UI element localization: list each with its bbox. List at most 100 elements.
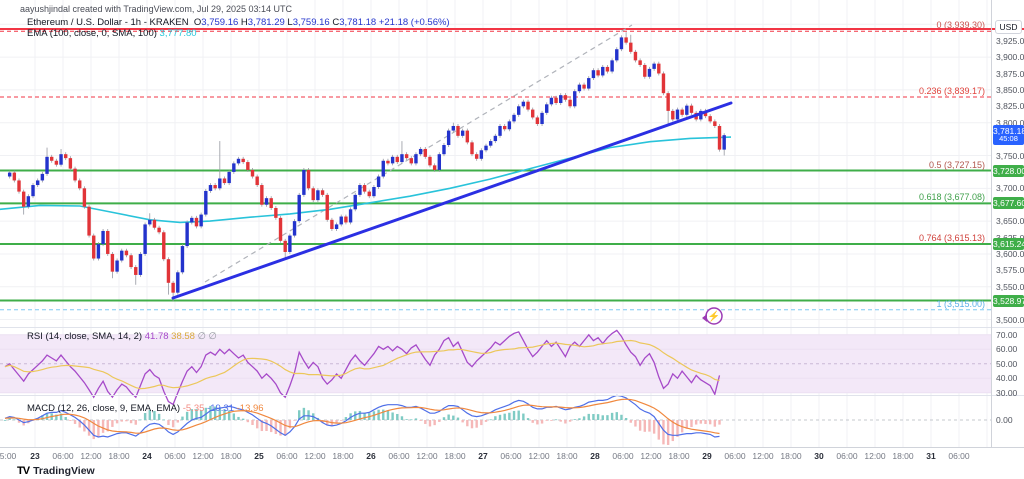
candle-body: [125, 251, 128, 256]
macd-histogram-bar: [443, 417, 445, 420]
macd-histogram-bar: [667, 420, 669, 445]
macd-histogram-bar: [695, 420, 697, 425]
candle-body: [176, 272, 179, 292]
candle-body: [199, 215, 202, 227]
fib-level-label: 0 (3,939.30): [936, 20, 985, 30]
time-label-hour: 06:00: [500, 451, 521, 461]
main-chart-canvas[interactable]: ⚡: [0, 0, 1024, 447]
candle-body: [55, 161, 58, 165]
price-tick-label: 3,600.00: [996, 249, 1024, 259]
candle-body: [433, 165, 436, 170]
candle-body: [522, 102, 525, 107]
macd-histogram-bar: [461, 420, 463, 422]
macd-histogram-bar: [625, 418, 627, 420]
time-label-hour: 12:00: [752, 451, 773, 461]
candle-body: [288, 236, 291, 252]
macd-histogram-bar: [532, 420, 534, 423]
indicator-tick-label: 40.00: [996, 373, 1017, 383]
tradingview-logo[interactable]: TV TradingView: [17, 465, 95, 477]
macd-histogram-bar: [177, 420, 179, 423]
fib-level-label: 0.618 (3,677.08): [919, 192, 985, 202]
usd-button[interactable]: USD: [995, 20, 1022, 34]
symbol-legend[interactable]: Ethereum / U.S. Dollar - 1h - KRAKEN O3,…: [27, 17, 450, 28]
candle-body: [209, 185, 212, 191]
candle-body: [274, 208, 277, 218]
macd-histogram-bar: [303, 408, 305, 420]
candle-body: [680, 110, 683, 115]
time-axis[interactable]: 5:002306:0012:0018:002406:0012:0018:0025…: [0, 447, 1024, 462]
time-label-hour: 18:00: [332, 451, 353, 461]
macd-histogram-bar: [396, 414, 398, 420]
candle-body: [391, 157, 394, 164]
macd-histogram-bar: [644, 420, 646, 432]
macd-histogram-bar: [102, 420, 104, 433]
candle-body: [167, 259, 170, 283]
candle-body: [255, 177, 258, 186]
indicator-tick-label: 30.00: [996, 388, 1017, 398]
candle-body: [204, 191, 207, 215]
macd-histogram-bar: [284, 420, 286, 436]
macd-histogram-bar: [135, 420, 137, 425]
macd-histogram-bar: [457, 418, 459, 420]
candle-body: [17, 180, 20, 191]
indicator-tick-label: 50.00: [996, 359, 1017, 369]
macd-histogram-bar: [630, 420, 632, 423]
candle-body: [69, 158, 72, 168]
ema-legend[interactable]: EMA (100, close, 0, SMA, 100) 3,777.80: [27, 28, 197, 39]
candle-body: [494, 136, 497, 141]
candle-body: [624, 37, 627, 42]
macd-histogram-bar: [251, 420, 253, 425]
rsi-legend[interactable]: RSI (14, close, SMA, 14, 2) 41.78 38.58 …: [27, 331, 217, 342]
candle-body: [419, 149, 422, 154]
candle-body: [428, 157, 431, 166]
macd-histogram-bar: [429, 420, 431, 426]
candle-body: [213, 185, 216, 188]
macd-histogram-bar: [424, 420, 426, 424]
macd-histogram-bar: [116, 420, 118, 423]
macd-legend[interactable]: MACD (12, 26, close, 9, EMA, EMA) -5.35 …: [27, 403, 264, 414]
time-label-hour: 12:00: [640, 451, 661, 461]
candle-body: [606, 67, 609, 72]
candle-body: [526, 102, 529, 110]
macd-value: -19.31: [207, 403, 234, 414]
candle-body: [316, 190, 319, 200]
candle-body: [554, 98, 557, 103]
macd-histogram-bar: [167, 420, 169, 425]
candle-body: [368, 192, 371, 197]
time-label-hour: 18:00: [108, 451, 129, 461]
macd-histogram-bar: [387, 411, 389, 420]
candle-body: [120, 251, 123, 261]
time-label-hour: 06:00: [52, 451, 73, 461]
ascending-trendline[interactable]: [173, 103, 731, 298]
candle-body: [517, 106, 520, 115]
candle-body: [438, 154, 441, 170]
macd-histogram-bar: [583, 416, 585, 420]
change-value: +21.18 (+0.56%): [379, 17, 450, 28]
candle-body: [64, 154, 67, 158]
candle-body: [223, 178, 226, 183]
macd-histogram-bar: [130, 420, 132, 423]
level-price-badge: 3,728.00: [993, 165, 1024, 177]
macd-histogram-bar: [597, 414, 599, 420]
candle-body: [73, 169, 76, 181]
macd-histogram-bar: [419, 420, 421, 421]
price-axis[interactable]: 3,925.003,900.003,875.003,850.003,825.00…: [991, 0, 1024, 447]
candle-body: [452, 126, 455, 131]
macd-histogram-bar: [494, 416, 496, 420]
macd-histogram-bar: [718, 420, 720, 425]
candle-body: [237, 159, 240, 164]
macd-histogram-bar: [121, 420, 123, 422]
candle-body: [564, 95, 567, 100]
exchange-label: KRAKEN: [150, 17, 189, 28]
ema-value: 3,777.80: [160, 28, 197, 39]
chart-root: ⚡ aayushjindal created with TradingView.…: [0, 0, 1024, 479]
candle-body: [573, 91, 576, 106]
time-label-hour: 06:00: [276, 451, 297, 461]
candle-body: [139, 254, 142, 275]
candle-body: [83, 188, 86, 206]
price-tick-label: 3,575.00: [996, 265, 1024, 275]
candle-body: [545, 104, 548, 113]
candle-body: [27, 196, 30, 206]
candle-body: [484, 146, 487, 151]
macd-histogram-bar: [611, 413, 613, 420]
